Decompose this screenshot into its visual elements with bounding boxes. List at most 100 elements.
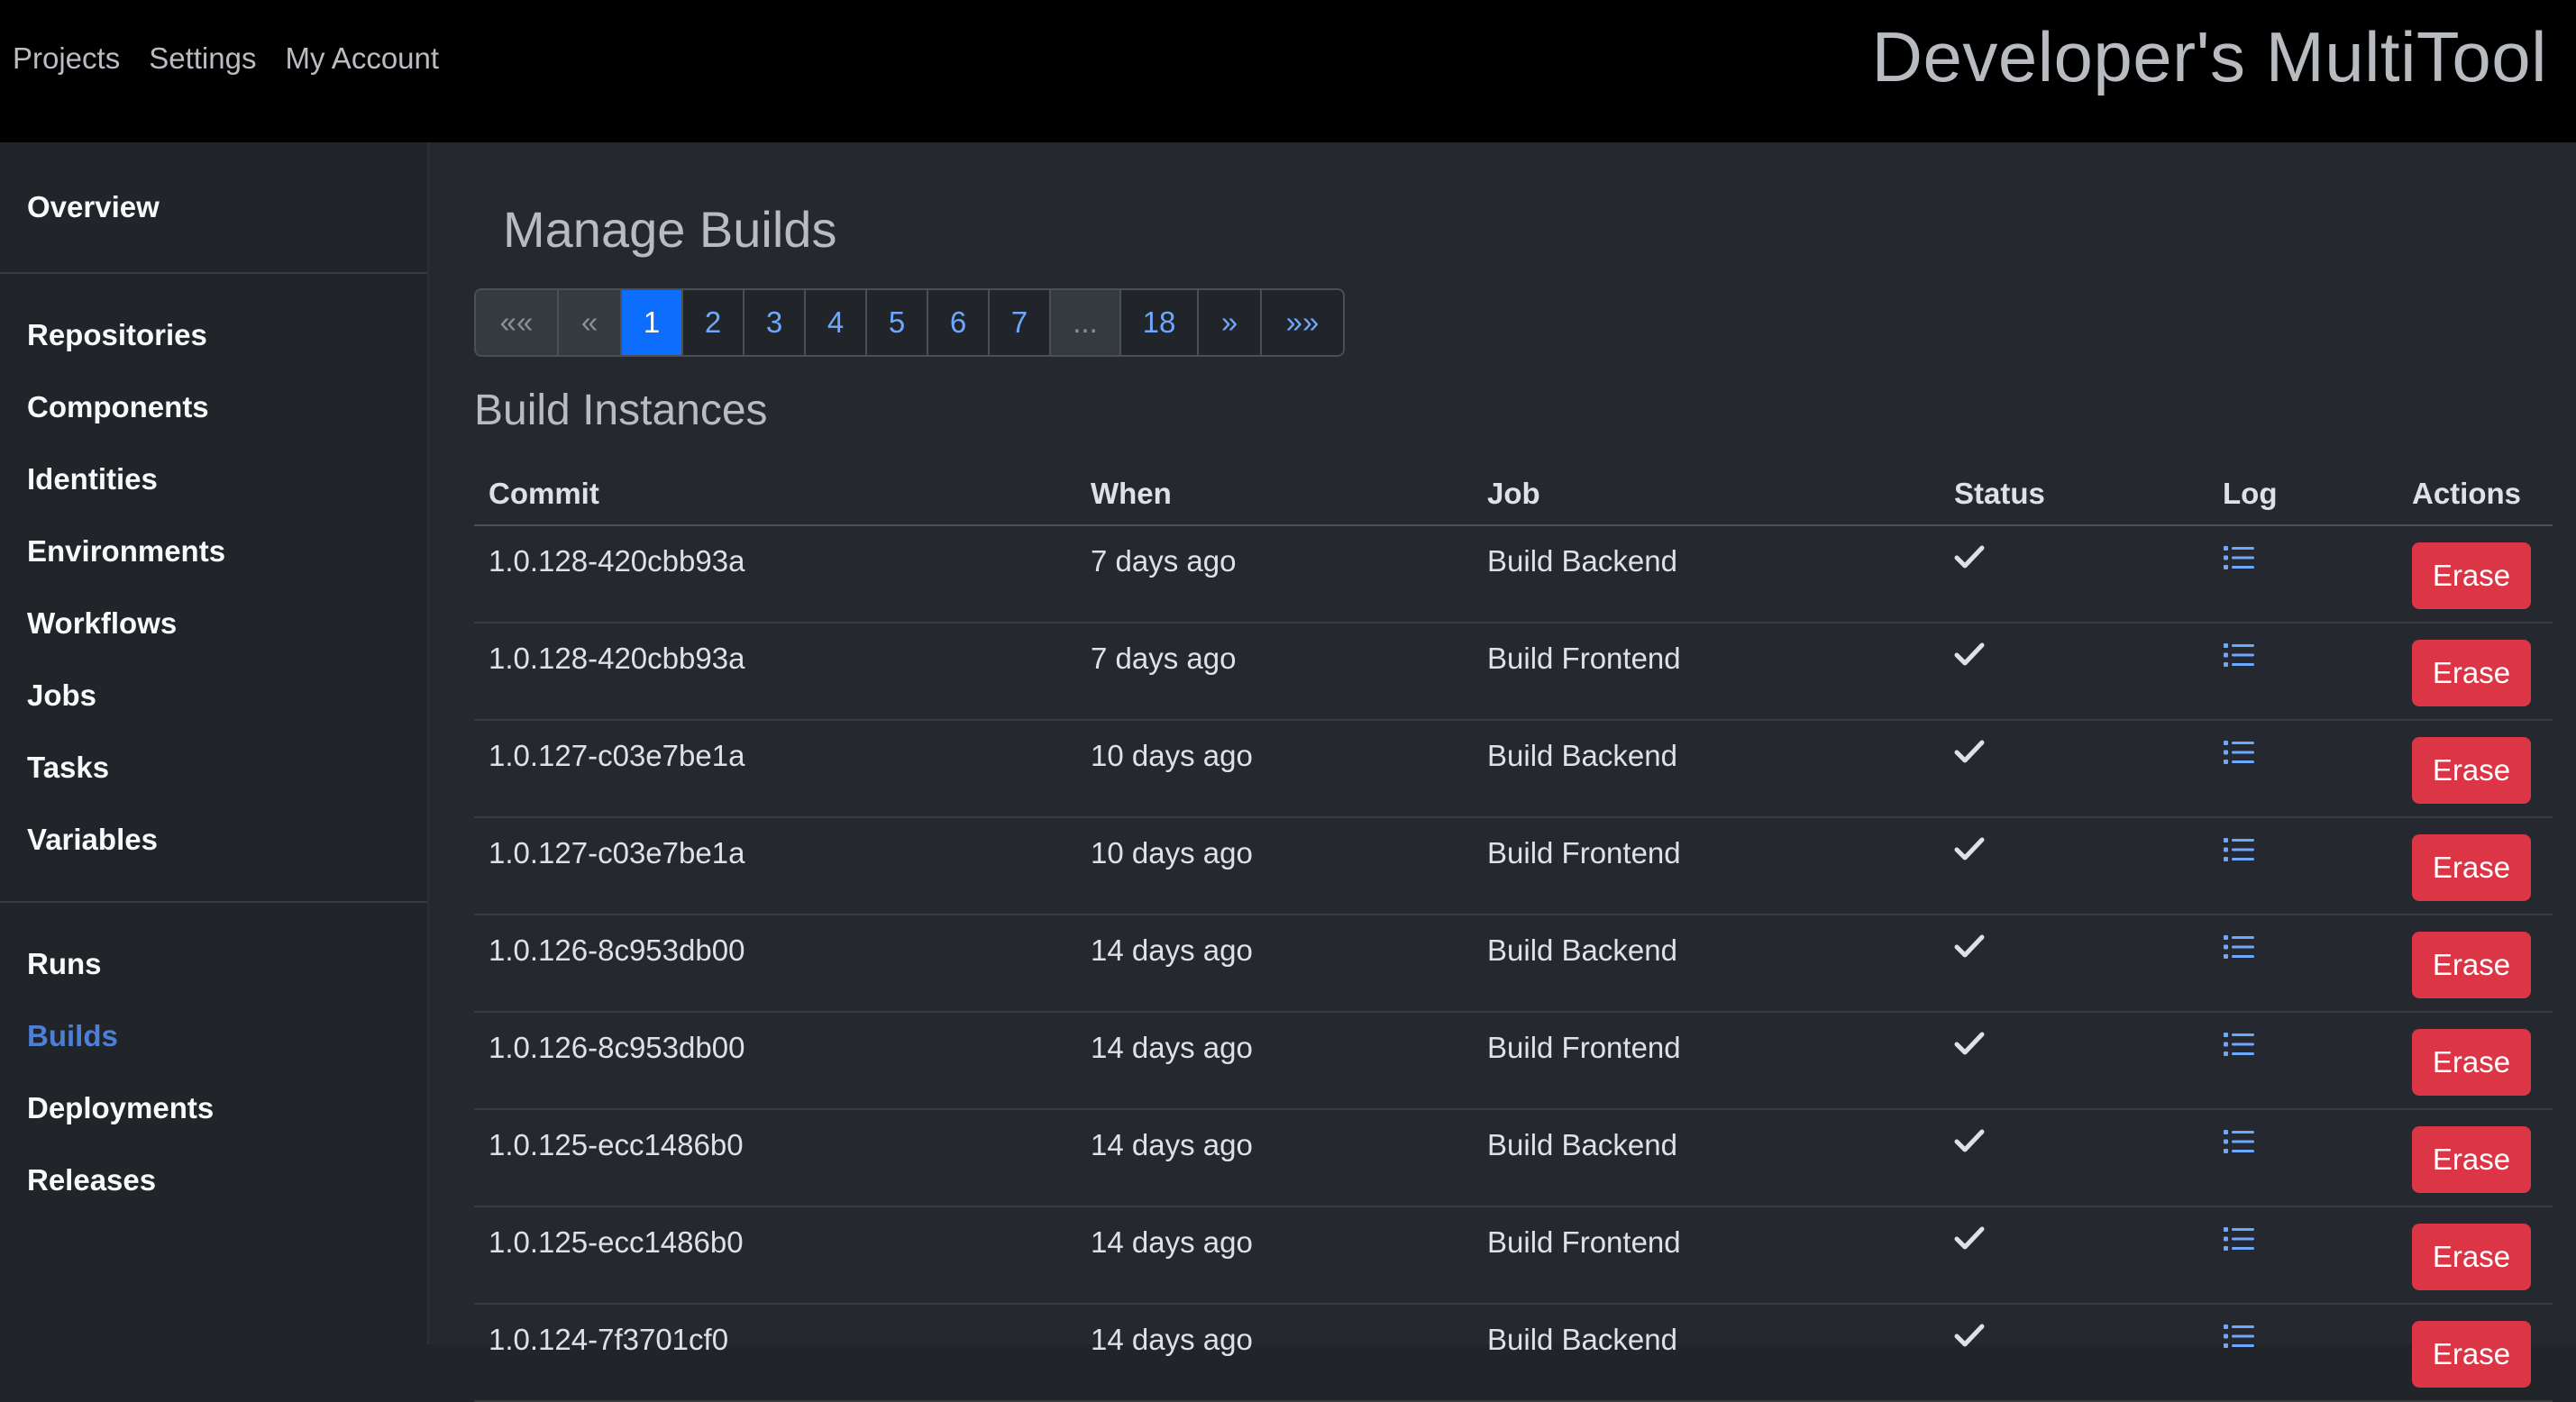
erase-button[interactable]: Erase xyxy=(2412,1224,2531,1290)
sidebar-item-jobs[interactable]: Jobs xyxy=(0,660,427,732)
column-header-job: Job xyxy=(1473,463,1940,526)
list-icon[interactable] xyxy=(2223,933,2255,960)
cell-commit: 1.0.125-ecc1486b0 xyxy=(474,1206,1076,1305)
erase-button[interactable]: Erase xyxy=(2412,932,2531,998)
column-header-when: When xyxy=(1076,463,1473,526)
cell-actions: Erase xyxy=(2398,1304,2553,1402)
pagination-page-3[interactable]: 3 xyxy=(744,290,806,355)
list-icon[interactable] xyxy=(2223,1031,2255,1058)
sidebar-item-builds[interactable]: Builds xyxy=(0,1000,427,1072)
sidebar-item-runs[interactable]: Runs xyxy=(0,928,427,1000)
check-icon xyxy=(1954,933,2194,959)
cell-job: Build Backend xyxy=(1473,525,1940,624)
sidebar-item-environments[interactable]: Environments xyxy=(0,515,427,587)
cell-actions: Erase xyxy=(2398,1109,2553,1207)
cell-when: 10 days ago xyxy=(1076,817,1473,915)
pagination-first[interactable]: «« xyxy=(476,290,559,355)
pagination-next[interactable]: » xyxy=(1199,290,1262,355)
cell-job: Build Frontend xyxy=(1473,623,1940,721)
table-row: 1.0.126-8c953db00 14 days ago Build Fronte… xyxy=(474,1012,2553,1110)
sidebar: Overview Repositories Components Identit… xyxy=(0,142,429,1344)
main-content: Manage Builds «« « 1 2 3 4 5 6 7 ... 18 … xyxy=(429,142,2576,1402)
list-icon[interactable] xyxy=(2223,544,2255,571)
pagination-prev[interactable]: « xyxy=(559,290,622,355)
pagination-last[interactable]: »» xyxy=(1262,290,1343,355)
sidebar-item-workflows[interactable]: Workflows xyxy=(0,587,427,660)
list-icon[interactable] xyxy=(2223,836,2255,863)
cell-commit: 1.0.126-8c953db00 xyxy=(474,915,1076,1013)
cell-status xyxy=(1940,1206,2208,1305)
pagination-page-1[interactable]: 1 xyxy=(622,290,683,355)
table-header-row: Commit When Job Status Log Actions xyxy=(474,463,2553,526)
sidebar-item-variables[interactable]: Variables xyxy=(0,804,427,876)
cell-commit: 1.0.124-7f3701cf0 xyxy=(474,1304,1076,1402)
sidebar-item-overview[interactable]: Overview xyxy=(0,171,427,243)
pagination-page-4[interactable]: 4 xyxy=(806,290,867,355)
pagination-page-7[interactable]: 7 xyxy=(990,290,1051,355)
cell-when: 14 days ago xyxy=(1076,1304,1473,1402)
list-icon[interactable] xyxy=(2223,642,2255,669)
list-icon[interactable] xyxy=(2223,1128,2255,1155)
column-header-actions: Actions xyxy=(2398,463,2553,526)
pagination-page-18[interactable]: 18 xyxy=(1121,290,1199,355)
nav-my-account[interactable]: My Account xyxy=(285,41,439,76)
list-icon[interactable] xyxy=(2223,1225,2255,1252)
page-title: Manage Builds xyxy=(503,201,837,258)
table-row: 1.0.128-420cbb93a 7 days ago Build Backend… xyxy=(474,525,2553,624)
check-icon xyxy=(1954,1225,2194,1251)
sidebar-item-releases[interactable]: Releases xyxy=(0,1144,427,1216)
sidebar-item-deployments[interactable]: Deployments xyxy=(0,1072,427,1144)
sidebar-item-tasks[interactable]: Tasks xyxy=(0,732,427,804)
erase-button[interactable]: Erase xyxy=(2412,1029,2531,1096)
column-header-commit: Commit xyxy=(474,463,1076,526)
cell-job: Build Frontend xyxy=(1473,1206,1940,1305)
cell-actions: Erase xyxy=(2398,817,2553,915)
list-icon[interactable] xyxy=(2223,739,2255,766)
sidebar-group-pipeline: Runs Builds Deployments Releases xyxy=(0,903,427,1216)
table-row: 1.0.128-420cbb93a 7 days ago Build Fronten… xyxy=(474,623,2553,721)
erase-button[interactable]: Erase xyxy=(2412,834,2531,901)
cell-actions: Erase xyxy=(2398,525,2553,624)
pagination-ellipsis: ... xyxy=(1051,290,1121,355)
cell-commit: 1.0.127-c03e7be1a xyxy=(474,720,1076,818)
cell-actions: Erase xyxy=(2398,623,2553,721)
cell-log xyxy=(2208,1109,2398,1207)
erase-button[interactable]: Erase xyxy=(2412,737,2531,804)
cell-status xyxy=(1940,1109,2208,1207)
pagination-page-2[interactable]: 2 xyxy=(683,290,744,355)
cell-commit: 1.0.128-420cbb93a xyxy=(474,525,1076,624)
cell-commit: 1.0.126-8c953db00 xyxy=(474,1012,1076,1110)
app-brand[interactable]: Developer's MultiTool xyxy=(1872,16,2547,98)
sidebar-item-identities[interactable]: Identities xyxy=(0,443,427,515)
nav-projects[interactable]: Projects xyxy=(13,41,120,76)
table-row: 1.0.127-c03e7be1a 10 days ago Build Backen… xyxy=(474,720,2553,818)
table-row: 1.0.127-c03e7be1a 10 days ago Build Fronte… xyxy=(474,817,2553,915)
cell-status xyxy=(1940,525,2208,624)
cell-when: 14 days ago xyxy=(1076,915,1473,1013)
sidebar-item-components[interactable]: Components xyxy=(0,371,427,443)
erase-button[interactable]: Erase xyxy=(2412,1126,2531,1193)
pagination-page-6[interactable]: 6 xyxy=(928,290,990,355)
check-icon xyxy=(1954,1031,2194,1056)
check-icon xyxy=(1954,739,2194,764)
list-icon[interactable] xyxy=(2223,1323,2255,1350)
nav-settings[interactable]: Settings xyxy=(149,41,256,76)
builds-table: Commit When Job Status Log Actions 1.0.1… xyxy=(474,463,2553,1402)
erase-button[interactable]: Erase xyxy=(2412,640,2531,706)
cell-commit: 1.0.125-ecc1486b0 xyxy=(474,1109,1076,1207)
column-header-log: Log xyxy=(2208,463,2398,526)
cell-when: 7 days ago xyxy=(1076,525,1473,624)
check-icon xyxy=(1954,1128,2194,1153)
erase-button[interactable]: Erase xyxy=(2412,542,2531,609)
check-icon xyxy=(1954,642,2194,667)
sidebar-item-repositories[interactable]: Repositories xyxy=(0,299,427,371)
section-title: Build Instances xyxy=(474,387,768,434)
top-navbar: Projects Settings My Account Developer's… xyxy=(0,0,2576,142)
erase-button[interactable]: Erase xyxy=(2412,1321,2531,1388)
cell-status xyxy=(1940,1304,2208,1402)
pagination-page-5[interactable]: 5 xyxy=(867,290,928,355)
table-row: 1.0.124-7f3701cf0 14 days ago Build Backen… xyxy=(474,1304,2553,1402)
column-header-status: Status xyxy=(1940,463,2208,526)
cell-when: 7 days ago xyxy=(1076,623,1473,721)
check-icon xyxy=(1954,544,2194,569)
